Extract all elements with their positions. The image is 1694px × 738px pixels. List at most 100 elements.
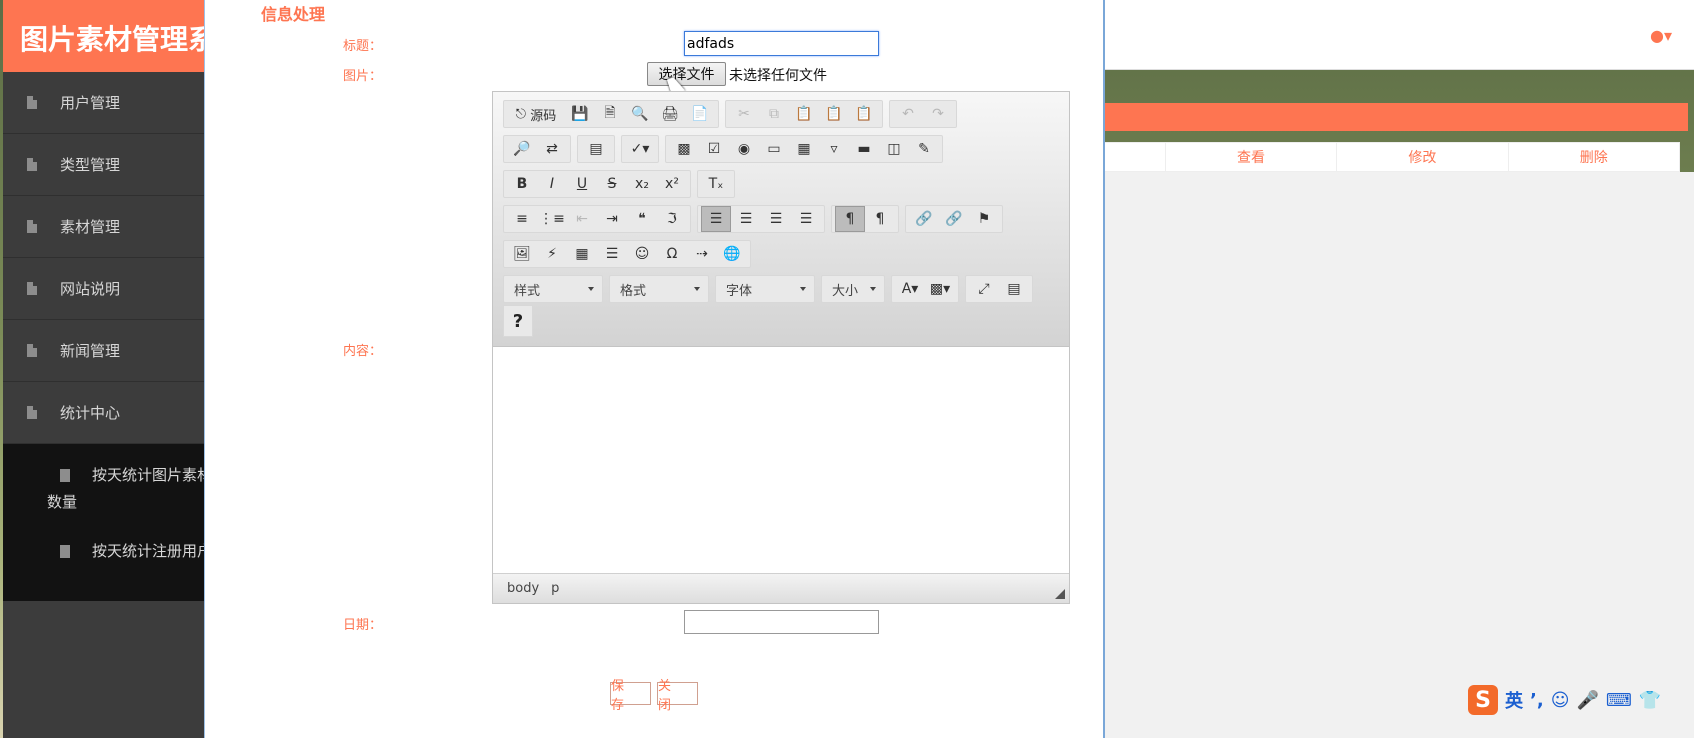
form-icon[interactable]: ▩ <box>669 136 699 162</box>
subscript-icon[interactable]: x₂ <box>627 171 657 197</box>
superscript-icon[interactable]: x² <box>657 171 687 197</box>
styles-select[interactable]: 样式 <box>503 275 603 303</box>
punctuation-icon[interactable]: ’, <box>1530 690 1544 711</box>
rich-text-editor: ⎋ 源码 💾 🗎 🔍 🖨 📄 ✂ ⧉ 📋 📋 📋 ↶ ↷ <box>492 91 1070 604</box>
preview-icon[interactable]: 🔍 <box>625 101 655 127</box>
sub-item-label: 按天统计图片素材 <box>47 462 213 489</box>
ime-mode[interactable]: 英 <box>1505 687 1523 713</box>
remove-format-icon[interactable]: Tₓ <box>701 171 731 197</box>
show-blocks-icon[interactable]: ▤ <box>999 276 1029 302</box>
size-select[interactable]: 大小 <box>821 275 885 303</box>
blockquote-icon[interactable]: ❝ <box>627 206 657 232</box>
format-select[interactable]: 格式 <box>609 275 709 303</box>
sidebar-item-news[interactable]: 新闻管理 <box>3 320 213 382</box>
sidebar-item-users[interactable]: 用户管理 <box>3 72 213 134</box>
table-icon[interactable]: ▦ <box>567 241 597 267</box>
top-bar: ●▾ <box>1100 0 1694 70</box>
microphone-icon[interactable]: 🎤 <box>1576 690 1598 711</box>
text-color-icon[interactable]: A▾ <box>895 276 925 302</box>
link-icon[interactable]: 🔗 <box>909 206 939 232</box>
source-label: 源码 <box>530 105 556 124</box>
bulleted-list-icon[interactable]: ⋮≡ <box>537 206 567 232</box>
textfield-icon[interactable]: ▭ <box>759 136 789 162</box>
resize-handle-icon[interactable] <box>1055 589 1065 599</box>
horizontal-rule-icon[interactable]: ☰ <box>597 241 627 267</box>
choose-file-button[interactable]: 选择文件 <box>647 62 726 86</box>
numbered-list-icon[interactable]: ≡ <box>507 206 537 232</box>
templates-icon[interactable]: 📄 <box>685 101 715 127</box>
editor-content-area[interactable] <box>493 347 1069 573</box>
image-button-icon[interactable]: ◫ <box>879 136 909 162</box>
unlink-icon[interactable]: 🔗 <box>939 206 969 232</box>
iframe-icon[interactable]: 🌐 <box>717 241 747 267</box>
print-icon[interactable]: 🖨 <box>655 101 685 127</box>
sidebar-item-materials[interactable]: 素材管理 <box>3 196 213 258</box>
bold-icon[interactable]: B <box>507 171 537 197</box>
indent-icon[interactable]: ⇥ <box>597 206 627 232</box>
undo-icon[interactable]: ↶ <box>893 101 923 127</box>
skin-icon[interactable]: 👕 <box>1639 690 1661 711</box>
underline-icon[interactable]: U <box>567 171 597 197</box>
radio-icon[interactable]: ◉ <box>729 136 759 162</box>
emoji-icon[interactable]: ☺ <box>1551 690 1570 711</box>
flash-icon[interactable]: ⚡ <box>537 241 567 267</box>
select-field-icon[interactable]: ▿ <box>819 136 849 162</box>
sidebar-item-stats[interactable]: 统计中心 <box>3 382 213 444</box>
date-input[interactable] <box>684 610 879 634</box>
spellcheck-icon[interactable]: ✓▾ <box>625 136 655 162</box>
sidebar-item-label: 素材管理 <box>60 216 120 237</box>
italic-icon[interactable]: I <box>537 171 567 197</box>
close-button[interactable]: 关 闭 <box>657 682 698 705</box>
image-icon[interactable]: 🖼 <box>507 241 537 267</box>
editor-status-bar: body p <box>493 573 1069 603</box>
size-select-label: 大小 <box>832 280 858 299</box>
redo-icon[interactable]: ↷ <box>923 101 953 127</box>
special-char-icon[interactable]: Ω <box>657 241 687 267</box>
anchor-flag-icon[interactable]: ⚑ <box>969 206 999 232</box>
sub-item-daily-images[interactable]: 按天统计图片素材 数量 <box>3 462 213 516</box>
align-right-icon[interactable]: ☰ <box>761 206 791 232</box>
paste-icon[interactable]: 📋 <box>789 101 819 127</box>
outdent-icon[interactable]: ⇤ <box>567 206 597 232</box>
path-p[interactable]: p <box>551 581 559 596</box>
hidden-field-icon[interactable]: ✎ <box>909 136 939 162</box>
ltr-icon[interactable]: ¶ <box>835 206 865 232</box>
new-page-icon[interactable]: 🗎 <box>595 101 625 127</box>
textarea-icon[interactable]: ▦ <box>789 136 819 162</box>
user-icon[interactable]: ●▾ <box>1650 26 1672 45</box>
ime-toolbar[interactable]: S 英 ’, ☺ 🎤 ⌨ 👕 <box>1468 683 1694 717</box>
help-button[interactable]: ? <box>503 305 533 337</box>
maximize-icon[interactable]: ⤢ <box>969 276 999 302</box>
keyboard-icon[interactable]: ⌨ <box>1606 690 1632 711</box>
align-justify-icon[interactable]: ☰ <box>791 206 821 232</box>
source-button[interactable]: ⎋ 源码 <box>507 101 565 127</box>
align-center-icon[interactable]: ☰ <box>731 206 761 232</box>
rtl-icon[interactable]: ¶ <box>865 206 895 232</box>
sidebar-item-types[interactable]: 类型管理 <box>3 134 213 196</box>
copy-icon[interactable]: ⧉ <box>759 101 789 127</box>
smiley-icon[interactable]: ☺ <box>627 241 657 267</box>
align-left-icon[interactable]: ☰ <box>701 206 731 232</box>
font-select[interactable]: 字体 <box>715 275 815 303</box>
strikethrough-icon[interactable]: S <box>597 171 627 197</box>
title-input[interactable] <box>684 31 879 56</box>
sidebar-item-label: 类型管理 <box>60 154 120 175</box>
button-field-icon[interactable]: ▬ <box>849 136 879 162</box>
replace-icon[interactable]: ⇄ <box>537 136 567 162</box>
cut-icon[interactable]: ✂ <box>729 101 759 127</box>
content-area <box>1100 172 1694 738</box>
sub-item-daily-users[interactable]: 按天统计注册用户 <box>3 538 213 565</box>
paste-word-icon[interactable]: 📋 <box>849 101 879 127</box>
styles-select-label: 样式 <box>514 280 540 299</box>
save-icon[interactable]: 💾 <box>565 101 595 127</box>
checkbox-icon[interactable]: ☑ <box>699 136 729 162</box>
page-break-icon[interactable]: ⇢ <box>687 241 717 267</box>
div-container-icon[interactable]: ℑ <box>657 206 687 232</box>
save-button[interactable]: 保 存 <box>610 682 651 705</box>
select-all-icon[interactable]: ▤ <box>581 136 611 162</box>
find-icon[interactable]: 🔎 <box>507 136 537 162</box>
path-body[interactable]: body <box>507 581 539 596</box>
paste-text-icon[interactable]: 📋 <box>819 101 849 127</box>
bg-color-icon[interactable]: ▩▾ <box>925 276 955 302</box>
sidebar-item-site-info[interactable]: 网站说明 <box>3 258 213 320</box>
